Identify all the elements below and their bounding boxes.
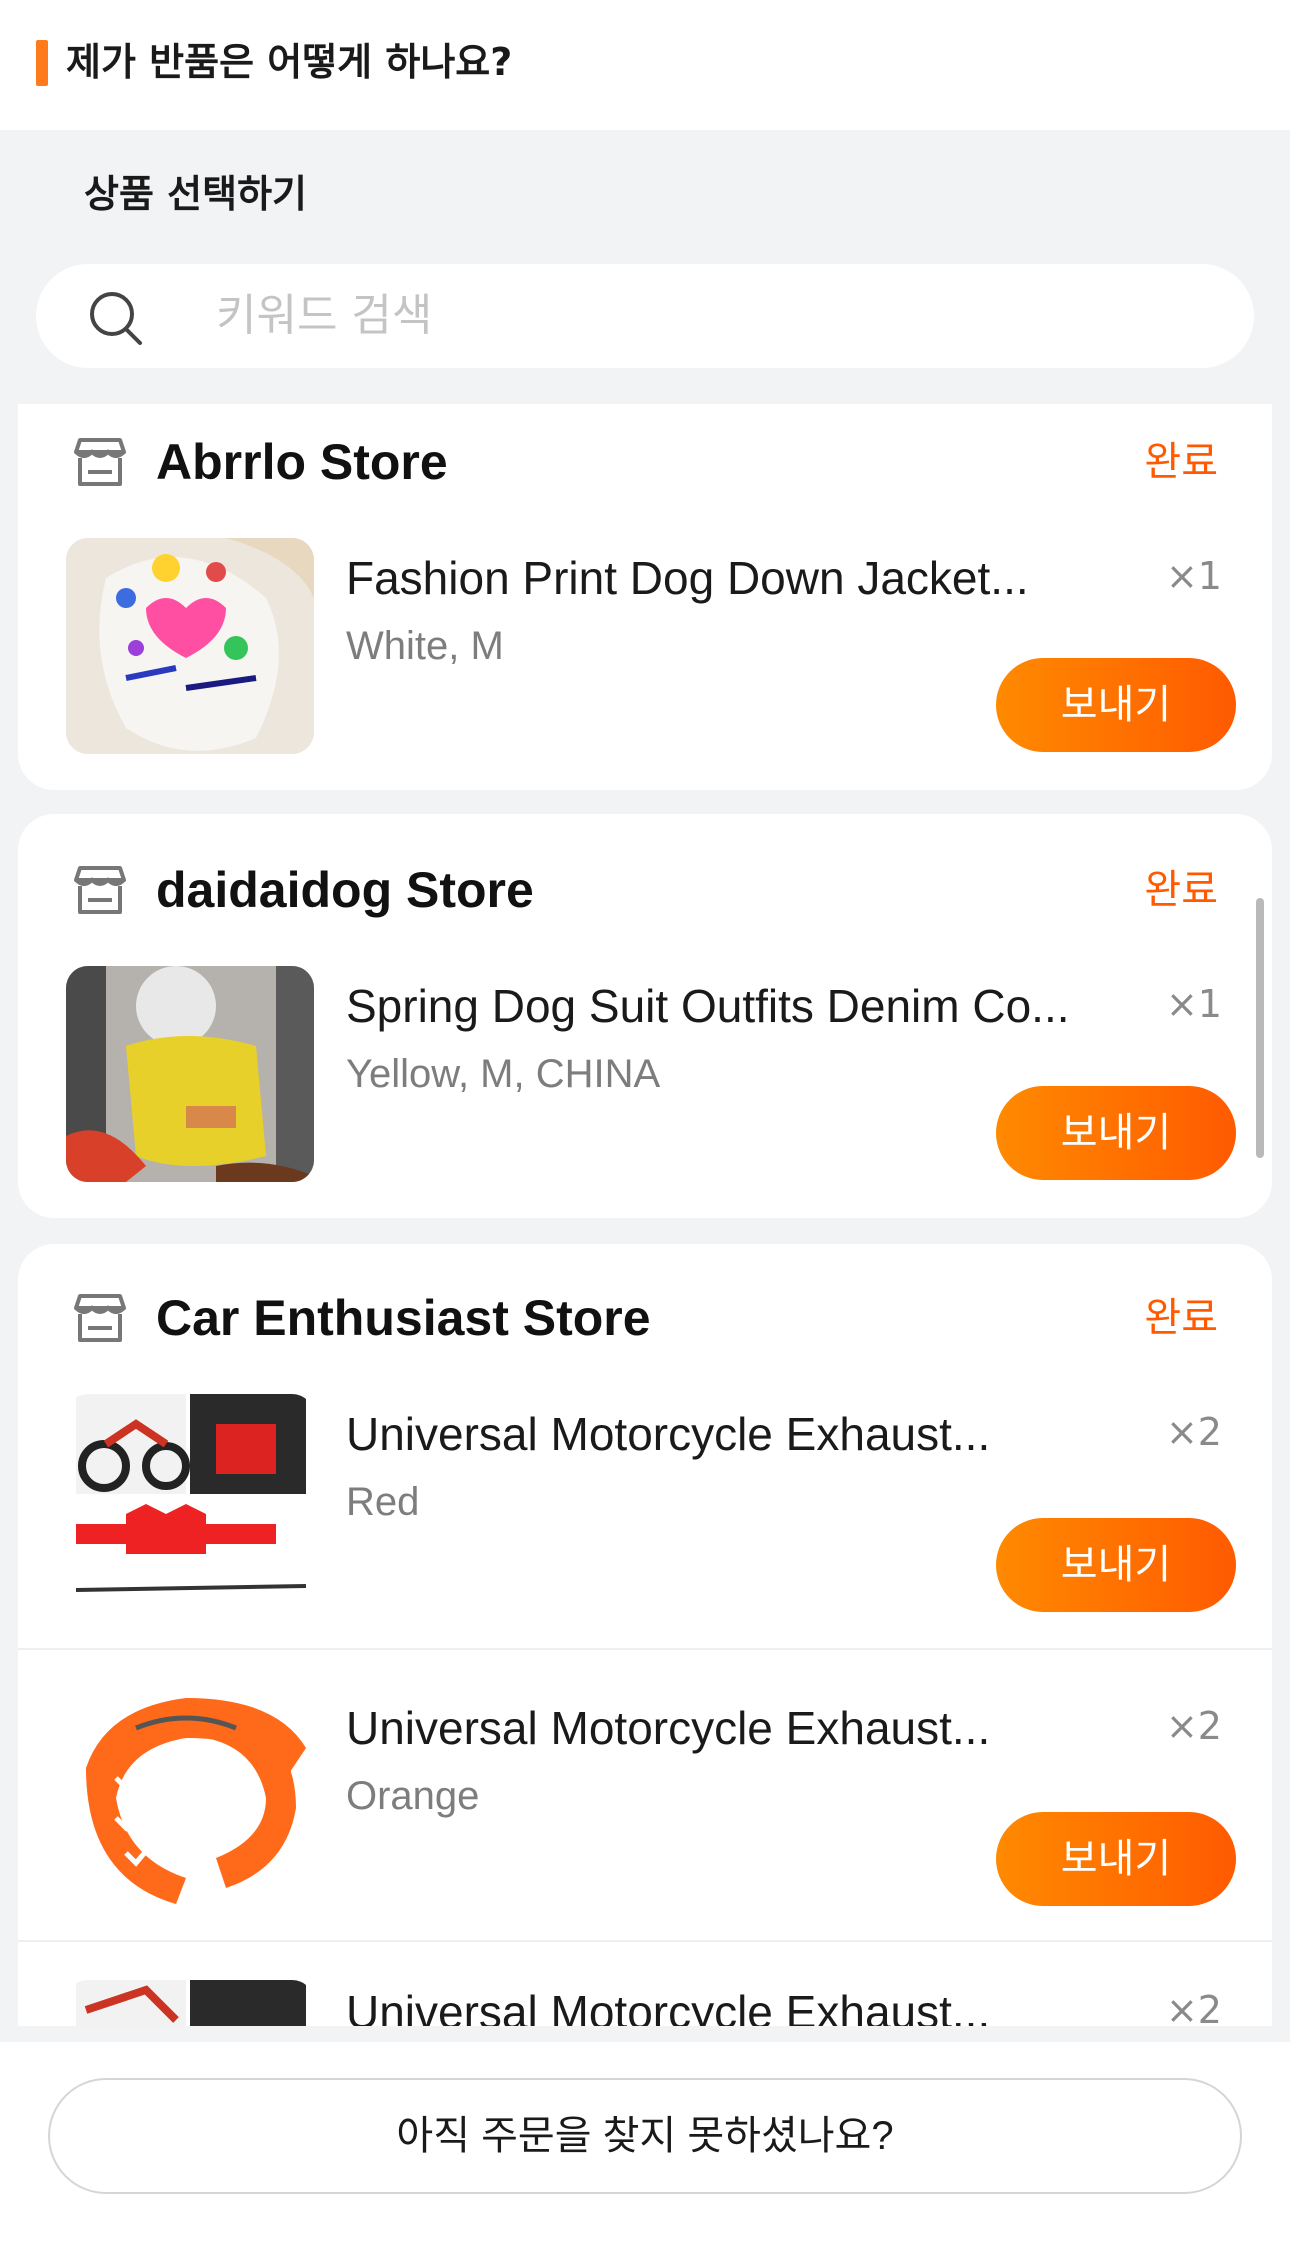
product-variant: Orange (346, 1774, 480, 1818)
send-button[interactable]: 보내기 (996, 1518, 1236, 1612)
product-quantity: ×1 (1165, 554, 1222, 598)
send-button[interactable]: 보내기 (996, 658, 1236, 752)
product-title[interactable]: Universal Motorcycle Exhaust... (346, 1696, 1096, 1760)
store-name[interactable]: daidaidog Store (156, 858, 534, 922)
send-button[interactable]: 보내기 (996, 1086, 1236, 1180)
item-divider (18, 1648, 1272, 1650)
order-not-found-button[interactable]: 아직 주문을 찾지 못하셨나요? (48, 2078, 1242, 2194)
search-input[interactable]: 키워드 검색 (216, 286, 432, 346)
product-title[interactable]: Fashion Print Dog Down Jacket... (346, 546, 1096, 610)
store-status: 완료 (1144, 439, 1218, 485)
search-icon (90, 292, 142, 345)
product-image-exhaust-orange[interactable] (66, 1688, 314, 1904)
product-quantity: ×1 (1165, 982, 1222, 1026)
search-bar[interactable]: 키워드 검색 (36, 264, 1254, 368)
store-status: 완료 (1144, 1295, 1218, 1341)
product-item[interactable]: Spring Dog Suit Outfits Denim Co... Yell… (18, 966, 1272, 1218)
product-quantity: ×2 (1165, 1988, 1222, 2026)
product-image-exhaust-red[interactable] (66, 1394, 314, 1610)
product-quantity: ×2 (1165, 1704, 1222, 1748)
product-item[interactable]: Universal Motorcycle Exhaust... ×2 (18, 1980, 1272, 2026)
product-title[interactable]: Spring Dog Suit Outfits Denim Co... (346, 974, 1096, 1038)
product-item[interactable]: Universal Motorcycle Exhaust... Red ×2 보… (18, 1394, 1272, 1684)
product-image-dog-suit[interactable] (66, 966, 314, 1182)
product-quantity: ×2 (1165, 1410, 1222, 1454)
product-variant: Yellow, M, CHINA (346, 1052, 661, 1096)
store-icon (74, 866, 126, 914)
store-card: Abrrlo Store 완료 Fashion Print Dog Down J… (18, 404, 1272, 790)
store-name[interactable]: Car Enthusiast Store (156, 1286, 651, 1350)
item-divider (18, 1940, 1272, 1942)
send-button[interactable]: 보내기 (996, 1812, 1236, 1906)
header-bar: 제가 반품은 어떻게 하나요? (0, 0, 1290, 130)
store-status: 완료 (1144, 867, 1218, 913)
page-title: 제가 반품은 어떻게 하나요? (66, 40, 513, 84)
product-item[interactable]: Universal Motorcycle Exhaust... Orange ×… (18, 1688, 1272, 1978)
product-item[interactable]: Fashion Print Dog Down Jacket... White, … (18, 538, 1272, 790)
store-card: Car Enthusiast Store 완료 Universal Motorc… (18, 1244, 1272, 2026)
product-image-dog-jacket[interactable] (66, 538, 314, 754)
bottom-bar: 아직 주문을 찾지 못하셨나요? (0, 2042, 1290, 2257)
store-header: daidaidog Store 완료 (18, 840, 1272, 950)
store-header: Abrrlo Store 완료 (18, 412, 1272, 522)
product-title[interactable]: Universal Motorcycle Exhaust... (346, 1980, 1096, 2026)
header-accent-bar (36, 40, 48, 86)
store-card: daidaidog Store 완료 Spring Dog Suit Outfi… (18, 814, 1272, 1218)
store-name[interactable]: Abrrlo Store (156, 430, 448, 494)
store-header: Car Enthusiast Store 완료 (18, 1268, 1272, 1378)
section-label: 상품 선택하기 (84, 172, 307, 216)
product-variant: Red (346, 1480, 420, 1524)
product-image-exhaust[interactable] (66, 1980, 314, 2026)
product-title[interactable]: Universal Motorcycle Exhaust... (346, 1402, 1096, 1466)
store-icon (74, 438, 126, 486)
product-variant: White, M (346, 624, 504, 668)
store-icon (74, 1294, 126, 1342)
scrollbar[interactable] (1256, 898, 1264, 1158)
